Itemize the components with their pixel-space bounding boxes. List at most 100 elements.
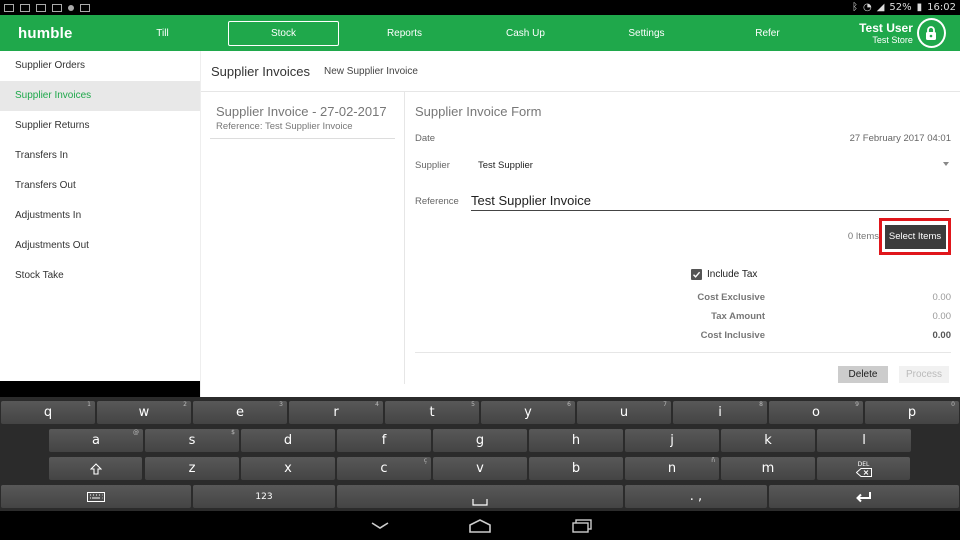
sidebar-item-adjustments-in[interactable]: Adjustments In [0,201,200,231]
date-label: Date [415,133,436,144]
enter-key[interactable] [769,485,959,508]
reference-input[interactable] [471,190,949,211]
key-n[interactable]: nñ [625,457,719,480]
tab-till[interactable]: Till [102,15,223,51]
summary-label: Cost Exclusive [697,292,765,303]
key-label: f [381,433,387,448]
key-label: r [333,405,339,420]
include-tax-checkbox[interactable] [691,269,702,280]
sidebar-item-supplier-returns[interactable]: Supplier Returns [0,111,200,141]
select-items-highlight: Select Items [879,218,951,255]
sidebar-item-transfers-out[interactable]: Transfers Out [0,171,200,201]
user-store: Test Store [872,35,913,45]
list-item[interactable]: Supplier Invoice - 27-02-2017 Reference:… [210,104,395,139]
key-u[interactable]: u7 [577,401,671,424]
recents-icon [572,519,592,533]
key-r[interactable]: r4 [289,401,383,424]
breadcrumb-current: New Supplier Invoice [324,65,418,77]
breadcrumb: Supplier Invoices New Supplier Invoice [201,51,960,92]
main-content: Supplier Invoices New Supplier Invoice S… [200,51,960,397]
tab-settings[interactable]: Settings [586,15,707,51]
key-p[interactable]: p0 [865,401,959,424]
key-y[interactable]: y6 [481,401,575,424]
tab-stock-label: Stock [227,20,339,46]
key-z[interactable]: z [145,457,239,480]
stock-sidebar: Supplier Orders Supplier Invoices Suppli… [0,51,200,381]
include-tax-label: Include Tax [707,269,758,280]
sidebar-item-stock-take[interactable]: Stock Take [0,261,200,291]
space-icon [472,498,488,506]
key-m[interactable]: m [721,457,815,480]
sidebar-item-supplier-invoices[interactable]: Supplier Invoices [0,81,200,111]
humble-logo[interactable]: humble [0,25,102,42]
supplier-invoice-form: Supplier Invoice Form Date 27 February 2… [415,92,951,392]
key-i[interactable]: i8 [673,401,767,424]
key-b[interactable]: b [529,457,623,480]
key-hint: ñ [711,457,715,464]
key-s[interactable]: s $ [145,429,239,452]
key-h[interactable]: h [529,429,623,452]
checkmark-icon [693,271,701,278]
key-t[interactable]: t5 [385,401,479,424]
key-g[interactable]: g [433,429,527,452]
punctuation-key[interactable]: . , [625,485,767,508]
tab-till-label: Till [156,27,169,39]
delete-key[interactable]: DEL [817,457,910,480]
select-items-button[interactable]: Select Items [884,224,946,249]
wifi-icon: ◔ [862,2,872,13]
items-row: 0 Items Select Items [415,218,951,255]
space-key[interactable] [337,485,623,508]
key-w[interactable]: w2 [97,401,191,424]
key-label: c [380,461,388,476]
key-c[interactable]: cç [337,457,431,480]
key-x[interactable]: x [241,457,335,480]
back-button[interactable] [360,517,400,535]
supplier-select[interactable]: Supplier Test Supplier [415,160,951,174]
tab-reports-label: Reports [386,27,422,39]
keyboard-icon [87,491,105,502]
include-tax-toggle[interactable]: Include Tax [691,269,757,280]
recents-button[interactable] [562,517,602,535]
process-button[interactable]: Process [899,366,949,383]
sidebar-item-supplier-orders[interactable]: Supplier Orders [0,51,200,81]
tab-cash-up[interactable]: Cash Up [465,15,586,51]
key-o[interactable]: o9 [769,401,863,424]
key-j[interactable]: j [625,429,719,452]
key-a[interactable]: a @ [49,429,143,452]
enter-icon [856,491,871,502]
page-title[interactable]: Supplier Invoices [211,64,310,79]
system-status: ᛒ ◔ ◢ 52% ▮ 16:02 [852,2,956,13]
key-label: o [812,405,820,420]
shift-key[interactable] [49,457,142,480]
lock-button[interactable] [916,18,946,48]
key-label: y [524,405,532,420]
key-label: t [429,405,435,420]
supplier-value: Test Supplier [478,160,533,171]
key-e[interactable]: e3 [193,401,287,424]
sidebar-item-transfers-in[interactable]: Transfers In [0,141,200,171]
key-hint: 2 [183,401,187,408]
numbers-key[interactable]: 123 [193,485,335,508]
key-v[interactable]: v [433,457,527,480]
key-hint: ç [423,457,427,464]
home-button[interactable] [460,517,500,535]
key-label: h [571,433,581,448]
key-d[interactable]: d [241,429,335,452]
lock-icon [926,26,937,40]
tab-stock[interactable]: Stock [223,15,344,51]
invoice-list: Supplier Invoice - 27-02-2017 Reference:… [201,92,405,384]
tab-refer[interactable]: Refer [707,15,828,51]
keyboard-settings-key[interactable] [1,485,191,508]
summary-value: 0.00 [932,292,952,303]
key-l[interactable]: l [817,429,911,452]
key-k[interactable]: k [721,429,815,452]
sidebar-item-adjustments-out[interactable]: Adjustments Out [0,231,200,261]
key-q[interactable]: q1 [1,401,95,424]
notification-mail-icon [20,3,30,12]
key-hint: 1 [87,401,91,408]
tab-reports[interactable]: Reports [344,15,465,51]
back-chevron-icon [371,522,389,529]
user-name: Test User [859,21,913,35]
delete-button[interactable]: Delete [838,366,888,383]
key-f[interactable]: f [337,429,431,452]
